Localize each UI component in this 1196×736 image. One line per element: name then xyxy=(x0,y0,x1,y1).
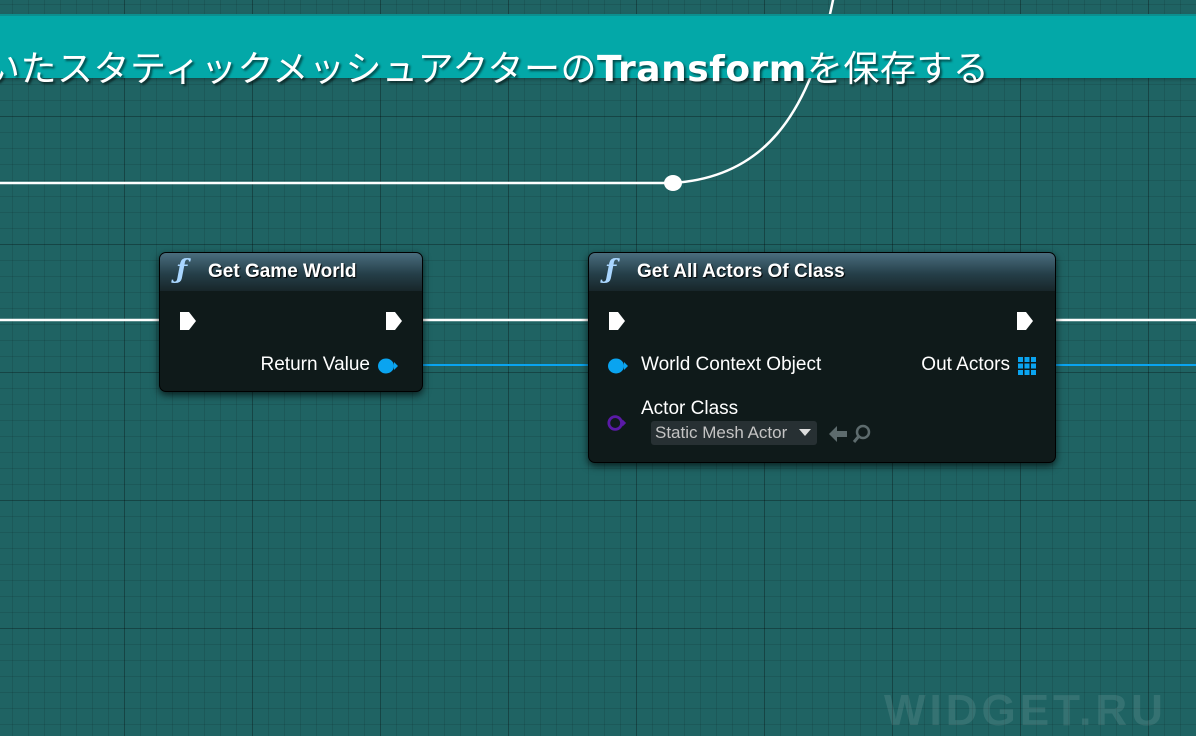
node-title: Get Game World xyxy=(208,261,357,282)
use-selected-arrow-icon[interactable] xyxy=(827,423,849,445)
out-actors-array-pin[interactable] xyxy=(1017,356,1037,376)
function-icon: ƒ xyxy=(605,255,617,285)
actor-class-label: Actor Class xyxy=(641,398,739,419)
return-value-pin[interactable] xyxy=(377,357,399,375)
node-title: Get All Actors Of Class xyxy=(637,261,845,282)
node-header[interactable]: ƒ Get Game World xyxy=(160,253,422,291)
world-context-label: World Context Object xyxy=(641,354,822,375)
comment-box-header[interactable]: いたスタティックメッシュアクターのTransformを保存する xyxy=(0,14,1196,90)
actor-class-pin[interactable] xyxy=(607,413,627,433)
watermark: WIDGET.RU xyxy=(884,686,1167,735)
exec-in-pin[interactable] xyxy=(178,310,198,332)
node-get-all-actors-of-class[interactable]: ƒ Get All Actors Of Class World Context … xyxy=(588,252,1056,463)
function-icon: ƒ xyxy=(176,255,188,285)
return-value-label: Return Value xyxy=(260,354,371,375)
exec-out-pin[interactable] xyxy=(384,310,404,332)
out-actors-label: Out Actors xyxy=(921,354,1010,375)
browse-search-icon[interactable] xyxy=(851,423,873,445)
node-header[interactable]: ƒ Get All Actors Of Class xyxy=(589,253,1055,291)
actor-class-value: Static Mesh Actor xyxy=(655,423,788,442)
actor-class-dropdown[interactable]: Static Mesh Actor xyxy=(651,421,817,445)
world-context-pin[interactable] xyxy=(607,357,629,375)
chevron-down-icon xyxy=(799,429,811,436)
reroute-knot[interactable] xyxy=(664,175,682,191)
exec-out-pin[interactable] xyxy=(1015,310,1035,332)
comment-title: いたスタティックメッシュアクターのTransformを保存する xyxy=(0,49,990,90)
node-get-game-world[interactable]: ƒ Get Game World Return Value xyxy=(159,252,423,392)
exec-in-pin[interactable] xyxy=(607,310,627,332)
